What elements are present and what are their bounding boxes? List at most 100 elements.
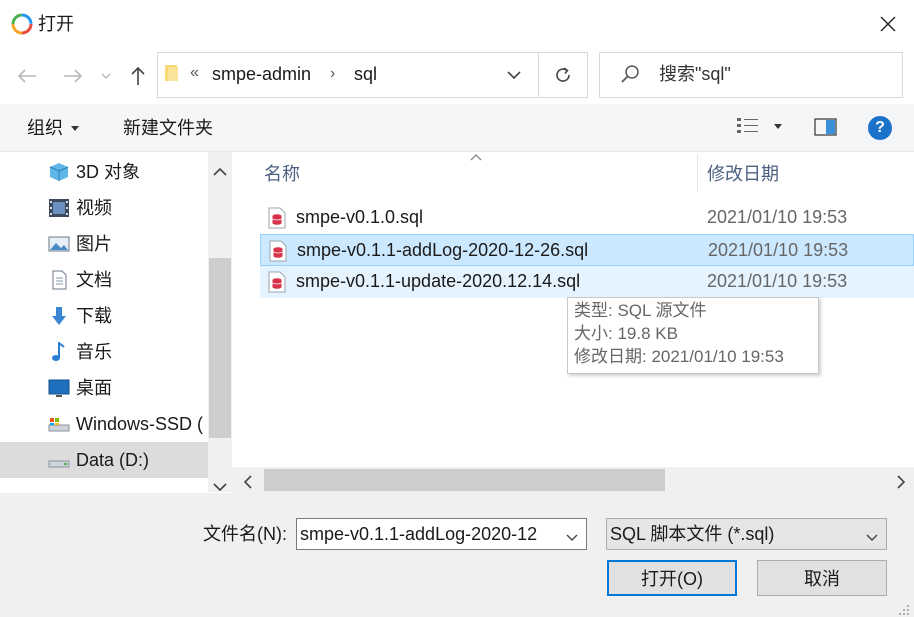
video-icon [49, 199, 69, 217]
organize-label: 组织 [27, 118, 63, 138]
nav-item-downloads[interactable]: 下载 [0, 298, 208, 334]
filename-value[interactable]: smpe-v0.1.1-addLog-2020-12 [300, 523, 562, 545]
address-dropdown-button[interactable] [500, 64, 528, 86]
window-title: 打开 [38, 14, 74, 34]
sql-file-icon [268, 271, 286, 293]
title-bar [0, 0, 914, 48]
file-date: 2021/01/10 19:53 [708, 240, 849, 260]
help-icon: ? [875, 119, 885, 136]
nav-item-label: 桌面 [76, 378, 112, 398]
nav-item-music[interactable]: 音乐 [0, 334, 208, 370]
up-button[interactable] [121, 60, 155, 92]
refresh-button[interactable] [538, 52, 588, 98]
nav-item-label: Data (D:) [76, 450, 150, 470]
back-button[interactable] [10, 60, 44, 92]
nav-item-pictures[interactable]: 图片 [0, 226, 208, 262]
arrow-right-icon [64, 69, 83, 83]
scroll-right-icon[interactable] [897, 473, 906, 494]
forward-button[interactable] [56, 60, 90, 92]
download-icon [52, 307, 66, 325]
folder-icon [164, 63, 182, 88]
column-divider[interactable] [697, 154, 698, 192]
caret-down-icon [71, 125, 79, 131]
sort-ascending-icon [470, 150, 482, 164]
breadcrumb-separator[interactable]: › [330, 63, 335, 85]
cancel-button-label: 取消 [804, 569, 840, 589]
file-date: 2021/01/10 19:53 [707, 207, 848, 227]
nav-item-label: Windows-SSD ( [76, 414, 204, 434]
nav-item-data-drive[interactable]: Data (D:) [0, 442, 208, 478]
chevron-down-icon [507, 71, 521, 79]
resize-grip-icon[interactable] [898, 600, 910, 617]
arrow-up-icon [131, 66, 145, 85]
search-placeholder: 搜索"sql" [659, 64, 731, 84]
arrow-left-icon [17, 69, 36, 83]
nav-item-documents[interactable]: 文档 [0, 262, 208, 298]
filetype-dropdown-icon[interactable] [866, 526, 878, 547]
column-header-date-modified[interactable]: 修改日期 [707, 162, 779, 186]
details-view-icon [737, 118, 758, 133]
nav-item-3d-objects[interactable]: 3D 对象 [0, 154, 208, 190]
app-icon [10, 12, 34, 36]
chevron-down-icon [566, 534, 578, 541]
nav-item-label: 音乐 [76, 342, 112, 362]
music-icon [52, 342, 65, 361]
nav-item-label: 3D 对象 [76, 162, 141, 182]
preview-pane-button[interactable] [814, 117, 838, 142]
nav-scrollbar-thumb[interactable] [209, 258, 231, 438]
horizontal-scrollbar-thumb[interactable] [264, 469, 665, 491]
file-row[interactable]: smpe-v0.1.1-addLog-2020-12-26.sql 2021/0… [260, 234, 914, 266]
breadcrumb-sql[interactable]: sql [354, 63, 377, 85]
new-folder-button[interactable]: 新建文件夹 [123, 116, 213, 140]
close-icon [880, 16, 896, 32]
filename-label: 文件名(N): [203, 524, 287, 544]
search-input[interactable] [599, 52, 903, 98]
nav-item-videos[interactable]: 视频 [0, 190, 208, 226]
desktop-icon [48, 379, 70, 397]
dialog-footer [0, 493, 914, 617]
chevron-down-icon [101, 73, 111, 79]
file-name: smpe-v0.1.1-addLog-2020-12-26.sql [297, 240, 589, 260]
pictures-icon [48, 236, 70, 252]
cancel-button[interactable]: 取消 [757, 560, 887, 596]
change-view-button[interactable] [736, 116, 782, 136]
tooltip-size: 大小: 19.8 KB [574, 324, 678, 343]
file-row[interactable]: smpe-v0.1.1-update-2020.12.14.sql 2021/0… [260, 266, 914, 298]
organize-button[interactable]: 组织 [27, 116, 79, 140]
drive-icon [48, 418, 70, 432]
3d-objects-icon [49, 163, 69, 181]
sql-file-icon [269, 240, 287, 262]
column-header-name[interactable]: 名称 [264, 162, 300, 186]
file-date: 2021/01/10 19:53 [707, 271, 848, 291]
close-button[interactable] [866, 6, 910, 42]
file-row[interactable]: smpe-v0.1.0.sql 2021/01/10 19:53 [260, 202, 914, 234]
file-name: smpe-v0.1.1-update-2020.12.14.sql [296, 271, 581, 291]
help-button[interactable]: ? [868, 116, 892, 140]
scroll-up-icon[interactable] [213, 160, 227, 181]
file-name: smpe-v0.1.0.sql [296, 207, 424, 227]
scroll-left-icon[interactable] [243, 473, 252, 494]
breadcrumb-smpe-admin[interactable]: smpe-admin [212, 63, 311, 85]
nav-item-windows-ssd[interactable]: Windows-SSD ( [0, 406, 208, 442]
file-info-tooltip: 类型: SQL 源文件 大小: 19.8 KB 修改日期: 2021/01/10… [567, 297, 819, 374]
address-overflow-chevron[interactable]: « [190, 64, 199, 82]
nav-item-label: 下载 [76, 306, 112, 326]
documents-icon [52, 270, 67, 290]
nav-item-desktop[interactable]: 桌面 [0, 370, 208, 406]
recent-locations-button[interactable] [92, 60, 120, 92]
nav-item-label: 视频 [76, 198, 112, 218]
filetype-value[interactable]: SQL 脚本文件 (*.sql) [610, 523, 774, 545]
chevron-down-icon [866, 534, 878, 541]
caret-down-icon [774, 123, 782, 129]
preview-pane-icon [814, 118, 837, 136]
refresh-icon [556, 67, 570, 82]
nav-item-label: 图片 [76, 234, 112, 254]
sql-file-icon [268, 207, 286, 229]
tooltip-date: 修改日期: 2021/01/10 19:53 [574, 347, 784, 366]
filename-dropdown-button[interactable] [566, 526, 578, 547]
open-button[interactable]: 打开(O) [607, 560, 737, 596]
tooltip-type: 类型: SQL 源文件 [574, 301, 707, 320]
navigation-pane: 3D 对象 视频 图片 文档 下载 音乐 桌面 Windows-SSD ( Da… [0, 152, 208, 492]
search-icon [620, 64, 640, 89]
nav-item-label: 文档 [76, 270, 112, 290]
